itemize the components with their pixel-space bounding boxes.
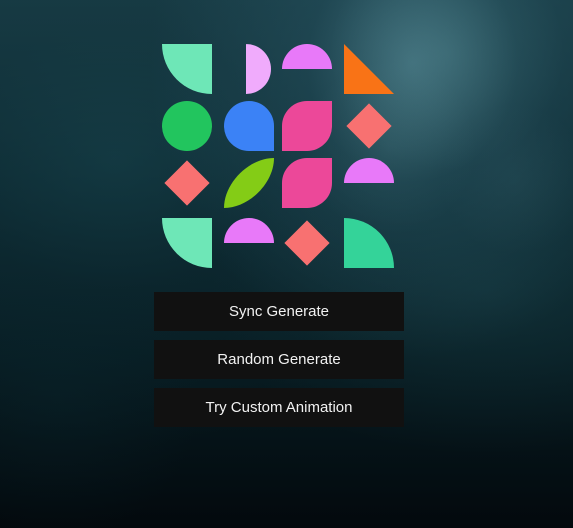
shape-icon xyxy=(162,44,212,94)
shape-tile xyxy=(344,218,394,268)
shape-tile xyxy=(282,44,332,94)
random-generate-button[interactable]: Random Generate xyxy=(154,340,404,379)
shape-icon xyxy=(282,158,332,208)
shape-icon xyxy=(224,218,274,243)
shape-icon xyxy=(344,158,394,183)
app-root: Sync Generate Random Generate Try Custom… xyxy=(0,0,573,528)
action-button-stack: Sync Generate Random Generate Try Custom… xyxy=(154,292,404,427)
shape-icon xyxy=(162,218,212,268)
shape-icon xyxy=(162,101,212,151)
magenta-half-circle-top-icon xyxy=(344,158,394,183)
shape-icon xyxy=(282,44,332,69)
shape-grid xyxy=(162,44,394,268)
green-circle-icon xyxy=(162,101,212,151)
shape-icon xyxy=(284,220,330,266)
shape-icon xyxy=(164,160,210,206)
shape-icon xyxy=(224,101,274,151)
shape-tile xyxy=(344,101,394,151)
shape-tile xyxy=(344,44,394,94)
orange-triangle-icon xyxy=(344,44,394,94)
coral-diamond-icon xyxy=(346,103,392,149)
shape-tile xyxy=(162,101,212,151)
shape-tile xyxy=(162,158,212,208)
lilac-half-circle-right-icon xyxy=(246,44,271,94)
coral-diamond-icon xyxy=(164,160,210,206)
shape-tile xyxy=(282,101,332,151)
magenta-half-circle-top-icon xyxy=(282,44,332,69)
lime-leaf-icon xyxy=(224,158,274,208)
shape-tile xyxy=(162,218,212,268)
magenta-half-circle-top-icon xyxy=(224,218,274,243)
emerald-quarter-round-icon xyxy=(344,218,394,268)
try-custom-animation-button[interactable]: Try Custom Animation xyxy=(154,388,404,427)
shape-icon xyxy=(224,158,274,208)
shape-tile xyxy=(224,158,274,208)
shape-tile xyxy=(282,158,332,208)
shape-tile xyxy=(224,218,274,268)
shape-tile xyxy=(344,158,394,208)
blue-teardrop-icon xyxy=(224,101,274,151)
shape-tile xyxy=(162,44,212,94)
shape-icon xyxy=(282,101,332,151)
shape-icon xyxy=(346,103,392,149)
pink-leaf-icon xyxy=(282,158,332,208)
pink-leaf-icon xyxy=(282,101,332,151)
shape-icon xyxy=(344,44,394,94)
mint-quarter-round-icon xyxy=(162,218,212,268)
shape-icon xyxy=(344,218,394,268)
sync-generate-button[interactable]: Sync Generate xyxy=(154,292,404,331)
shape-tile xyxy=(282,218,332,268)
shape-tile xyxy=(224,101,274,151)
mint-quarter-round-icon xyxy=(162,44,212,94)
coral-diamond-icon xyxy=(284,220,330,266)
